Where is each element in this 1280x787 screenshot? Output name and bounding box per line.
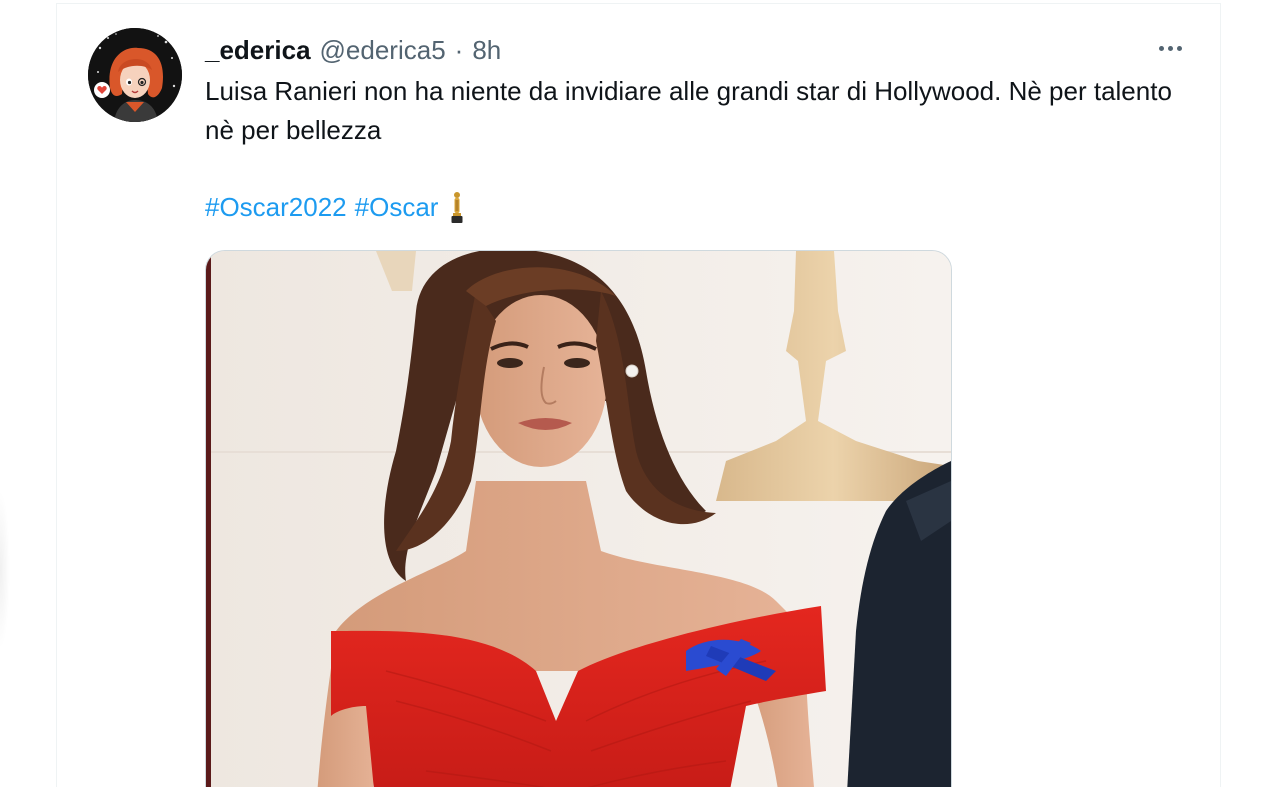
tweet-header: _ederica @ederica5 · 8h	[205, 33, 501, 67]
left-edge-shadow	[0, 490, 10, 650]
tweet-media-photo[interactable]	[205, 250, 952, 787]
separator-dot: ·	[454, 34, 464, 65]
hashtag-link[interactable]: #Oscar	[355, 188, 439, 227]
page: _ederica @ederica5 · 8h Luisa Ranieri no…	[0, 0, 1280, 787]
more-options-button[interactable]	[1152, 35, 1188, 61]
more-dot	[1167, 45, 1173, 51]
more-dot	[1176, 45, 1182, 51]
display-name[interactable]: _ederica	[205, 35, 311, 66]
tweet-timestamp[interactable]: 8h	[472, 35, 501, 66]
photo-woman-red-dress	[206, 251, 951, 787]
more-horizontal-icon	[1158, 45, 1164, 51]
avatar-illustration	[88, 28, 182, 122]
user-handle[interactable]: @ederica5	[320, 35, 446, 66]
tweet-hashtags: #Oscar2022 #Oscar	[205, 188, 466, 227]
trophy-statue-icon	[448, 191, 466, 225]
hashtag-link[interactable]: #Oscar2022	[205, 188, 347, 227]
tweet-text: Luisa Ranieri non ha niente da invidiare…	[205, 76, 1172, 145]
avatar[interactable]	[88, 28, 182, 122]
